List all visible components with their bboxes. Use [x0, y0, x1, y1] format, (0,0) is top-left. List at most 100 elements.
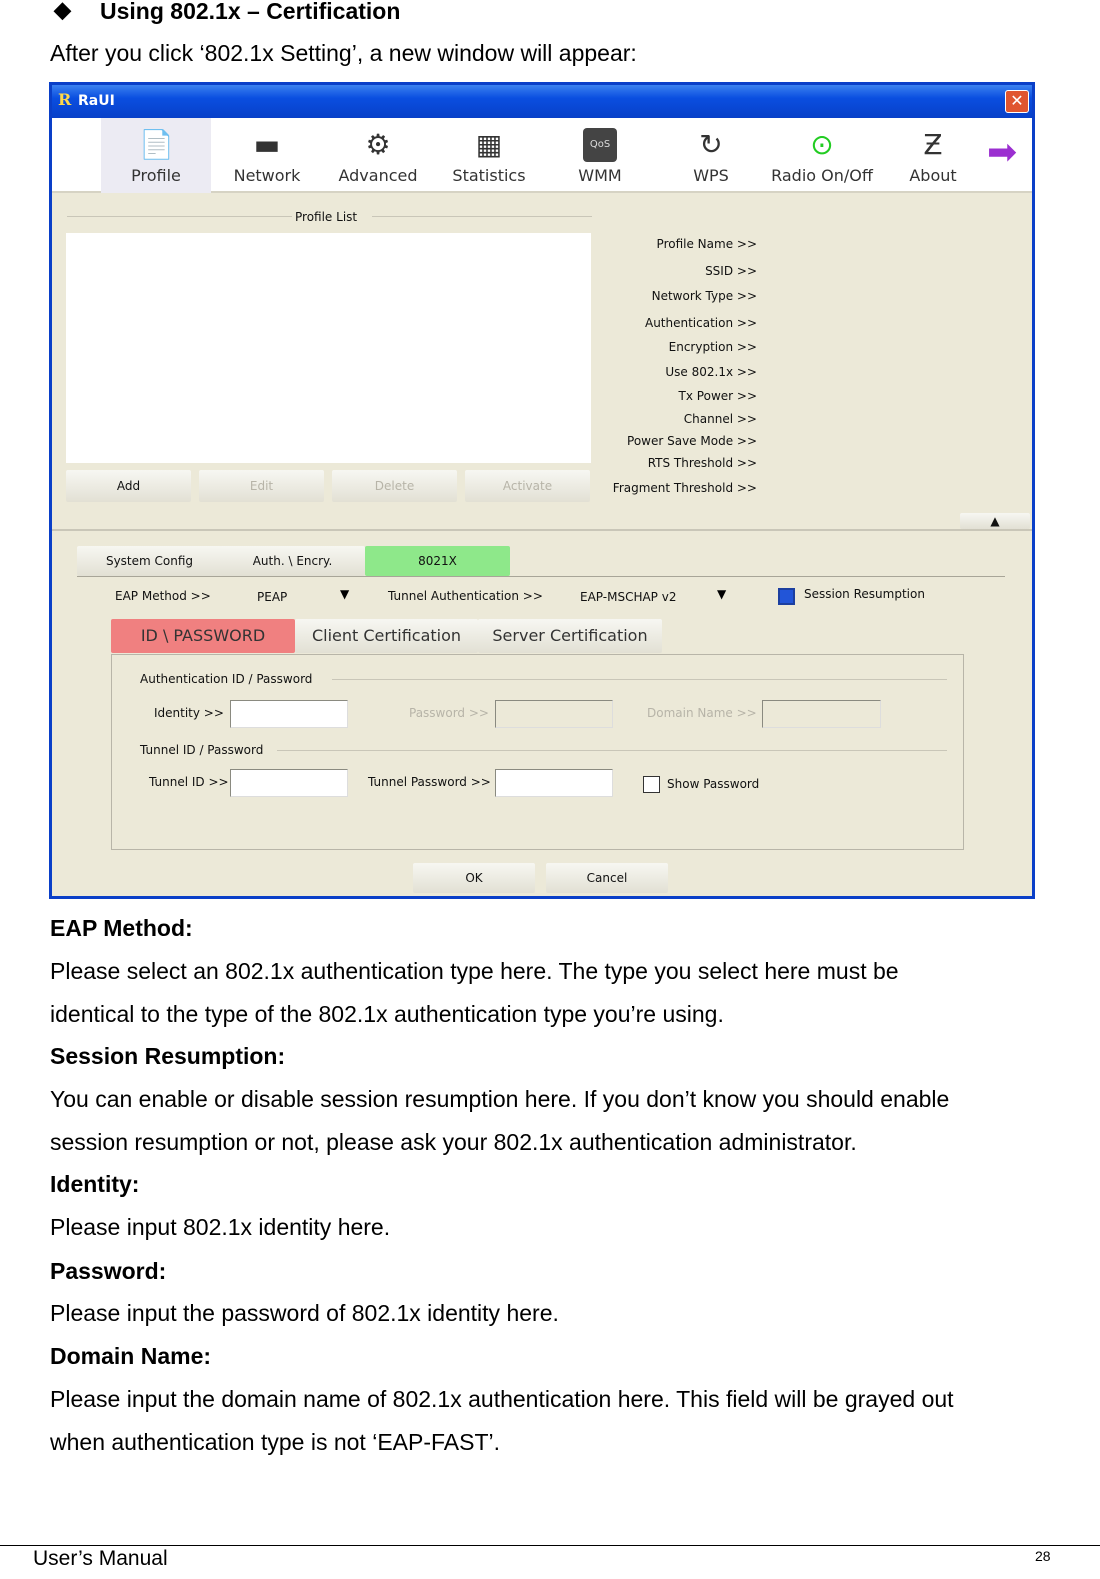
subtab-client-cert[interactable]: Client Certification: [295, 619, 478, 653]
toolbar-label: Statistics: [452, 166, 526, 185]
session-resumption-heading: Session Resumption:: [50, 1043, 286, 1069]
profile-list-label: Profile List: [295, 210, 358, 224]
domain-name-input[interactable]: [762, 700, 881, 728]
toolbar-label: Radio On/Off: [771, 166, 873, 185]
tunnel-password-label: Tunnel Password >>: [368, 775, 491, 789]
field-use-8021x: Use 802.1x >>: [665, 365, 757, 379]
field-channel: Channel >>: [683, 412, 757, 426]
eap-method-value: PEAP: [257, 590, 288, 604]
tab-8021x[interactable]: 8021X: [365, 546, 510, 576]
toolbar-statistics[interactable]: ▦ Statistics: [434, 118, 544, 193]
credentials-panel: Authentication ID / Password Identity >>…: [111, 654, 964, 850]
tab-system-config[interactable]: System Config: [77, 546, 222, 576]
tunnel-id-label: Tunnel ID >>: [149, 775, 229, 789]
domain-name-label: Domain Name >>: [647, 706, 757, 720]
tunnel-group-label: Tunnel ID / Password: [140, 743, 264, 757]
body-text: Please select an 802.1x authentication t…: [50, 958, 899, 984]
tunnel-password-input[interactable]: [495, 769, 613, 797]
toolbar-label: About: [909, 166, 957, 185]
toolbar-wmm[interactable]: QoS WMM: [545, 118, 655, 193]
app-logo: R: [58, 90, 72, 109]
show-password-checkbox[interactable]: [643, 776, 660, 793]
identity-label: Identity >>: [154, 706, 224, 720]
body-text: identical to the type of the 802.1x auth…: [50, 1001, 724, 1027]
gears-icon: ⚙: [365, 128, 391, 161]
body-text: when authentication type is not ‘EAP-FAS…: [50, 1429, 501, 1455]
session-resumption-label: Session Resumption: [804, 587, 925, 601]
tunnel-auth-label: Tunnel Authentication >>: [388, 589, 543, 603]
subtab-server-cert[interactable]: Server Certification: [478, 619, 662, 653]
field-profile-name: Profile Name >>: [656, 237, 757, 251]
password-input[interactable]: [495, 700, 613, 728]
body-text: Please input the password of 802.1x iden…: [50, 1300, 559, 1326]
field-rts: RTS Threshold >>: [647, 456, 757, 470]
eap-method-label: EAP Method >>: [115, 589, 211, 603]
body-text: Please input the domain name of 802.1x a…: [50, 1386, 954, 1412]
raui-window: R RaUI ✕ 📄 Profile ▬ Network ⚙ Advanced ▦ St…: [49, 82, 1035, 899]
identity-heading: Identity:: [50, 1171, 140, 1197]
profile-fields: Profile Name >> SSID >> Network Type >> …: [552, 237, 757, 497]
toolbar: 📄 Profile ▬ Network ⚙ Advanced ▦ Statistics …: [52, 118, 1032, 193]
toolbar-label: Advanced: [338, 166, 418, 185]
divider: [372, 216, 592, 217]
chevron-down-icon: ▼: [717, 587, 727, 601]
toolbar-label: WMM: [578, 166, 622, 185]
title-bar: R RaUI ✕: [52, 85, 1032, 118]
toolbar-wps[interactable]: ↻ WPS: [656, 118, 766, 193]
field-network-type: Network Type >>: [651, 289, 757, 303]
field-ssid: SSID >>: [705, 264, 757, 278]
toolbar-label: Network: [233, 166, 301, 185]
divider: [52, 529, 1032, 531]
ok-button[interactable]: OK: [413, 863, 535, 893]
toolbar-about[interactable]: Ƶ About: [878, 118, 988, 193]
delete-button[interactable]: Delete: [332, 470, 457, 502]
field-authentication: Authentication >>: [644, 316, 757, 330]
profile-list[interactable]: [66, 233, 591, 463]
tab-auth-encry[interactable]: Auth. \ Encry.: [220, 546, 365, 576]
radio-icon: ⊙: [810, 128, 834, 161]
tunnel-id-input[interactable]: [230, 769, 348, 797]
field-tx-power: Tx Power >>: [678, 389, 757, 403]
collapse-button[interactable]: ▲: [960, 513, 1030, 529]
about-icon: Ƶ: [923, 128, 943, 161]
next-arrow-icon[interactable]: ➡: [987, 132, 1017, 173]
tunnel-auth-select[interactable]: EAP-MSCHAP v2 ▼: [575, 585, 735, 607]
divider: [332, 679, 947, 680]
toolbar-advanced[interactable]: ⚙ Advanced: [323, 118, 433, 193]
section-heading: Using 802.1x – Certification: [100, 0, 401, 24]
bullet-diamond-icon: ◆: [54, 0, 71, 22]
eap-method-select[interactable]: PEAP ▼: [252, 585, 357, 607]
password-label: Password >>: [409, 706, 489, 720]
profile-icon: 📄: [139, 128, 174, 161]
network-icon: ▬: [253, 128, 281, 161]
toolbar-radio[interactable]: ⊙ Radio On/Off: [767, 118, 877, 193]
page-number: 28: [1035, 1548, 1051, 1564]
toolbar-label: WPS: [693, 166, 729, 185]
wps-icon: ↻: [699, 128, 723, 161]
body-text: session resumption or not, please ask yo…: [50, 1129, 857, 1155]
field-fragment: Fragment Threshold >>: [612, 481, 757, 495]
eap-method-heading: EAP Method:: [50, 915, 193, 941]
qos-icon: QoS: [583, 128, 617, 162]
session-resumption-checkbox[interactable]: [778, 588, 795, 605]
close-button[interactable]: ✕: [1005, 90, 1029, 113]
footer-rule: [0, 1545, 1100, 1546]
intro-text: After you click ‘802.1x Setting’, a new …: [50, 40, 637, 66]
edit-button[interactable]: Edit: [199, 470, 324, 502]
toolbar-network[interactable]: ▬ Network: [212, 118, 322, 193]
footer-title: User’s Manual: [33, 1547, 168, 1570]
domain-name-heading: Domain Name:: [50, 1343, 212, 1369]
divider: [77, 576, 1005, 577]
window-title: RaUI: [78, 93, 115, 109]
chevron-down-icon: ▼: [340, 587, 350, 601]
toolbar-profile[interactable]: 📄 Profile: [101, 118, 211, 193]
divider: [277, 750, 947, 751]
identity-input[interactable]: [230, 700, 348, 728]
subtab-id-password[interactable]: ID \ PASSWORD: [111, 619, 295, 653]
show-password-label: Show Password: [667, 777, 760, 791]
add-button[interactable]: Add: [66, 470, 191, 502]
cancel-button[interactable]: Cancel: [546, 863, 668, 893]
body-text: You can enable or disable session resump…: [50, 1086, 950, 1112]
divider: [67, 216, 292, 217]
body-text: Please input 802.1x identity here.: [50, 1214, 391, 1240]
